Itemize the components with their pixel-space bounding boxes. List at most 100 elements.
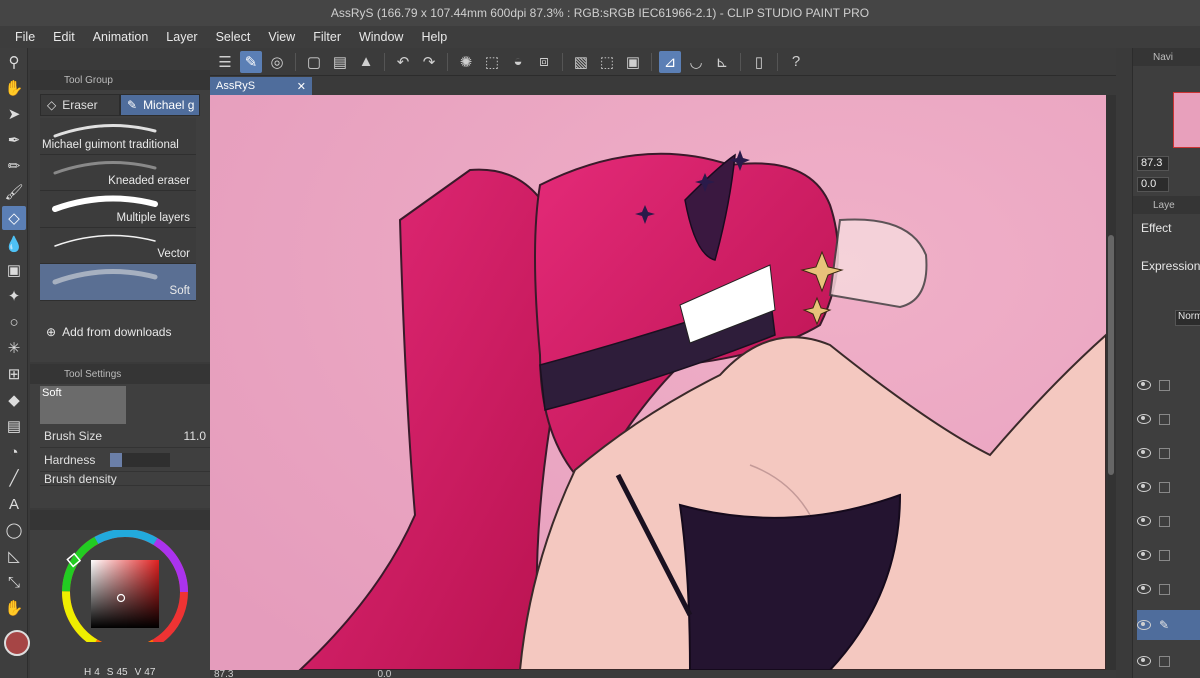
menu-hamburger-icon[interactable]: ☰ [214,51,236,73]
menu-animation[interactable]: Animation [84,30,158,44]
brush-item[interactable]: Kneaded eraser [40,154,196,191]
menu-window[interactable]: Window [350,30,412,44]
menu-file[interactable]: File [6,30,44,44]
brush-size-value[interactable]: 11.0 [184,429,206,443]
smartphone-icon[interactable]: ▯ [748,51,770,73]
brush-item[interactable]: Vector [40,227,196,264]
fill-icon[interactable]: ◒ [507,51,529,73]
layer-checkbox[interactable] [1159,447,1170,459]
layer-row[interactable] [1137,646,1200,676]
move-tool-icon[interactable]: ✋ [2,76,26,100]
brush-tool-icon[interactable]: 🖌 [2,180,26,204]
bucket-tool-icon[interactable]: ◆ [2,388,26,412]
correct-line-icon[interactable]: ⤡ [2,570,26,594]
ruler-snap-icon[interactable]: ⊿ [659,50,681,73]
gradient-tool-icon[interactable]: ▤ [2,414,26,438]
hardness-row[interactable]: Hardness [40,448,210,472]
pencil-tool-icon[interactable]: ✏ [2,154,26,178]
brush-size-row[interactable]: Brush Size 11.0 [40,424,210,448]
eraser-tool-icon[interactable]: ◇ [2,206,26,230]
layer-row[interactable] [1137,540,1200,570]
new-file-icon[interactable]: ▢ [303,51,325,73]
hand-tool-icon[interactable]: ✋ [2,596,26,620]
layer-row[interactable] [1137,506,1200,536]
brush-item[interactable]: Multiple layers [40,191,196,228]
tab-michael[interactable]: ✎ Michael g [120,94,200,116]
blend-tool-icon[interactable]: 💧 [2,232,26,256]
add-from-downloads[interactable]: ⊕ Add from downloads [30,321,210,343]
frame-tool-icon[interactable]: ⊞ [2,362,26,386]
text-tool-icon[interactable]: A [2,492,26,516]
menu-select[interactable]: Select [207,30,260,44]
snap-grid-icon[interactable]: ⊾ [711,51,733,73]
brush-item[interactable]: Michael guimont traditional [40,118,196,155]
magic-wand-icon[interactable]: ✳ [2,336,26,360]
scroll-thumb[interactable] [1108,235,1114,475]
frame-icon[interactable]: ▣ [622,51,644,73]
operation-tool-icon[interactable]: ➤ [2,102,26,126]
balloon-tool-icon[interactable]: ◯ [2,518,26,542]
blend-mode-select[interactable]: Norm [1175,310,1200,326]
layer-row[interactable] [1137,438,1200,468]
undo-icon[interactable]: ↶ [392,51,414,73]
eye-icon[interactable] [1137,656,1151,666]
ruler-tool-icon[interactable]: ◺ [2,544,26,568]
zoom-tool-icon[interactable]: ⚲ [2,50,26,74]
transform-icon[interactable]: ⧈ [533,51,555,73]
layer-checkbox[interactable] [1159,413,1170,425]
layer-checkbox[interactable] [1159,379,1170,391]
open-file-icon[interactable]: ▤ [329,51,351,73]
brush-density-row[interactable]: Brush density [40,472,210,486]
decoration-tool-icon[interactable]: ✦ [2,284,26,308]
lasso-tool-icon[interactable]: ○ [2,310,26,334]
layer-row[interactable] [1137,472,1200,502]
fill-tool-icon[interactable]: ▣ [2,258,26,282]
menu-help[interactable]: Help [412,30,456,44]
tab-eraser[interactable]: ◇ Eraser [40,94,120,116]
layer-checkbox[interactable] [1159,655,1170,667]
layer-row-selected[interactable]: ✎ [1137,610,1200,640]
layer-row[interactable] [1137,404,1200,434]
navigator-thumbnail[interactable] [1173,92,1200,148]
document-tab[interactable]: AssRyS ✕ [210,77,312,95]
rotation-readout[interactable]: 0.0 [377,670,391,678]
line-tool-icon[interactable]: ╱ [2,466,26,490]
clip-studio-icon[interactable]: ◎ [266,51,288,73]
hardness-meter[interactable] [110,452,170,467]
dotted-icon[interactable]: ⬚ [596,51,618,73]
preset-preview[interactable]: Soft [40,386,126,424]
snap-special-icon[interactable]: ◡ [685,51,707,73]
eye-icon[interactable] [1137,380,1151,390]
menu-filter[interactable]: Filter [304,30,350,44]
redo-icon[interactable]: ↷ [418,51,440,73]
eye-icon[interactable] [1137,620,1151,630]
color-wheel[interactable] [30,529,210,655]
clear-selection-icon[interactable]: ⬚ [481,51,503,73]
pen-tool-icon[interactable]: ✒ [2,128,26,152]
eye-icon[interactable] [1137,482,1151,492]
layer-row[interactable] [1137,370,1200,400]
help-icon[interactable]: ? [785,51,807,73]
main-color-swatch[interactable] [4,630,30,656]
canvas[interactable] [210,95,1106,670]
hatch-icon[interactable]: ▧ [570,51,592,73]
zoom-readout[interactable]: 87.3 [214,670,233,678]
close-icon[interactable]: ✕ [297,80,306,93]
layer-checkbox[interactable] [1159,549,1170,561]
save-icon[interactable]: ▲ [355,51,377,73]
menu-view[interactable]: View [259,30,304,44]
eye-icon[interactable] [1137,414,1151,424]
navigator-zoom[interactable]: 87.3 [1137,156,1169,171]
eye-icon[interactable] [1137,584,1151,594]
eye-icon[interactable] [1137,516,1151,526]
navigator-rotation[interactable]: 0.0 [1137,177,1169,192]
brush-mode-icon[interactable]: ✎ [240,50,262,73]
brush-item-selected[interactable]: Soft [40,264,196,301]
menu-layer[interactable]: Layer [157,30,206,44]
vertical-scrollbar[interactable] [1106,95,1116,670]
figure-tool-icon[interactable]: ◔ [2,440,26,464]
eye-icon[interactable] [1137,550,1151,560]
eye-icon[interactable] [1137,448,1151,458]
menu-edit[interactable]: Edit [44,30,84,44]
layer-row[interactable] [1137,574,1200,604]
